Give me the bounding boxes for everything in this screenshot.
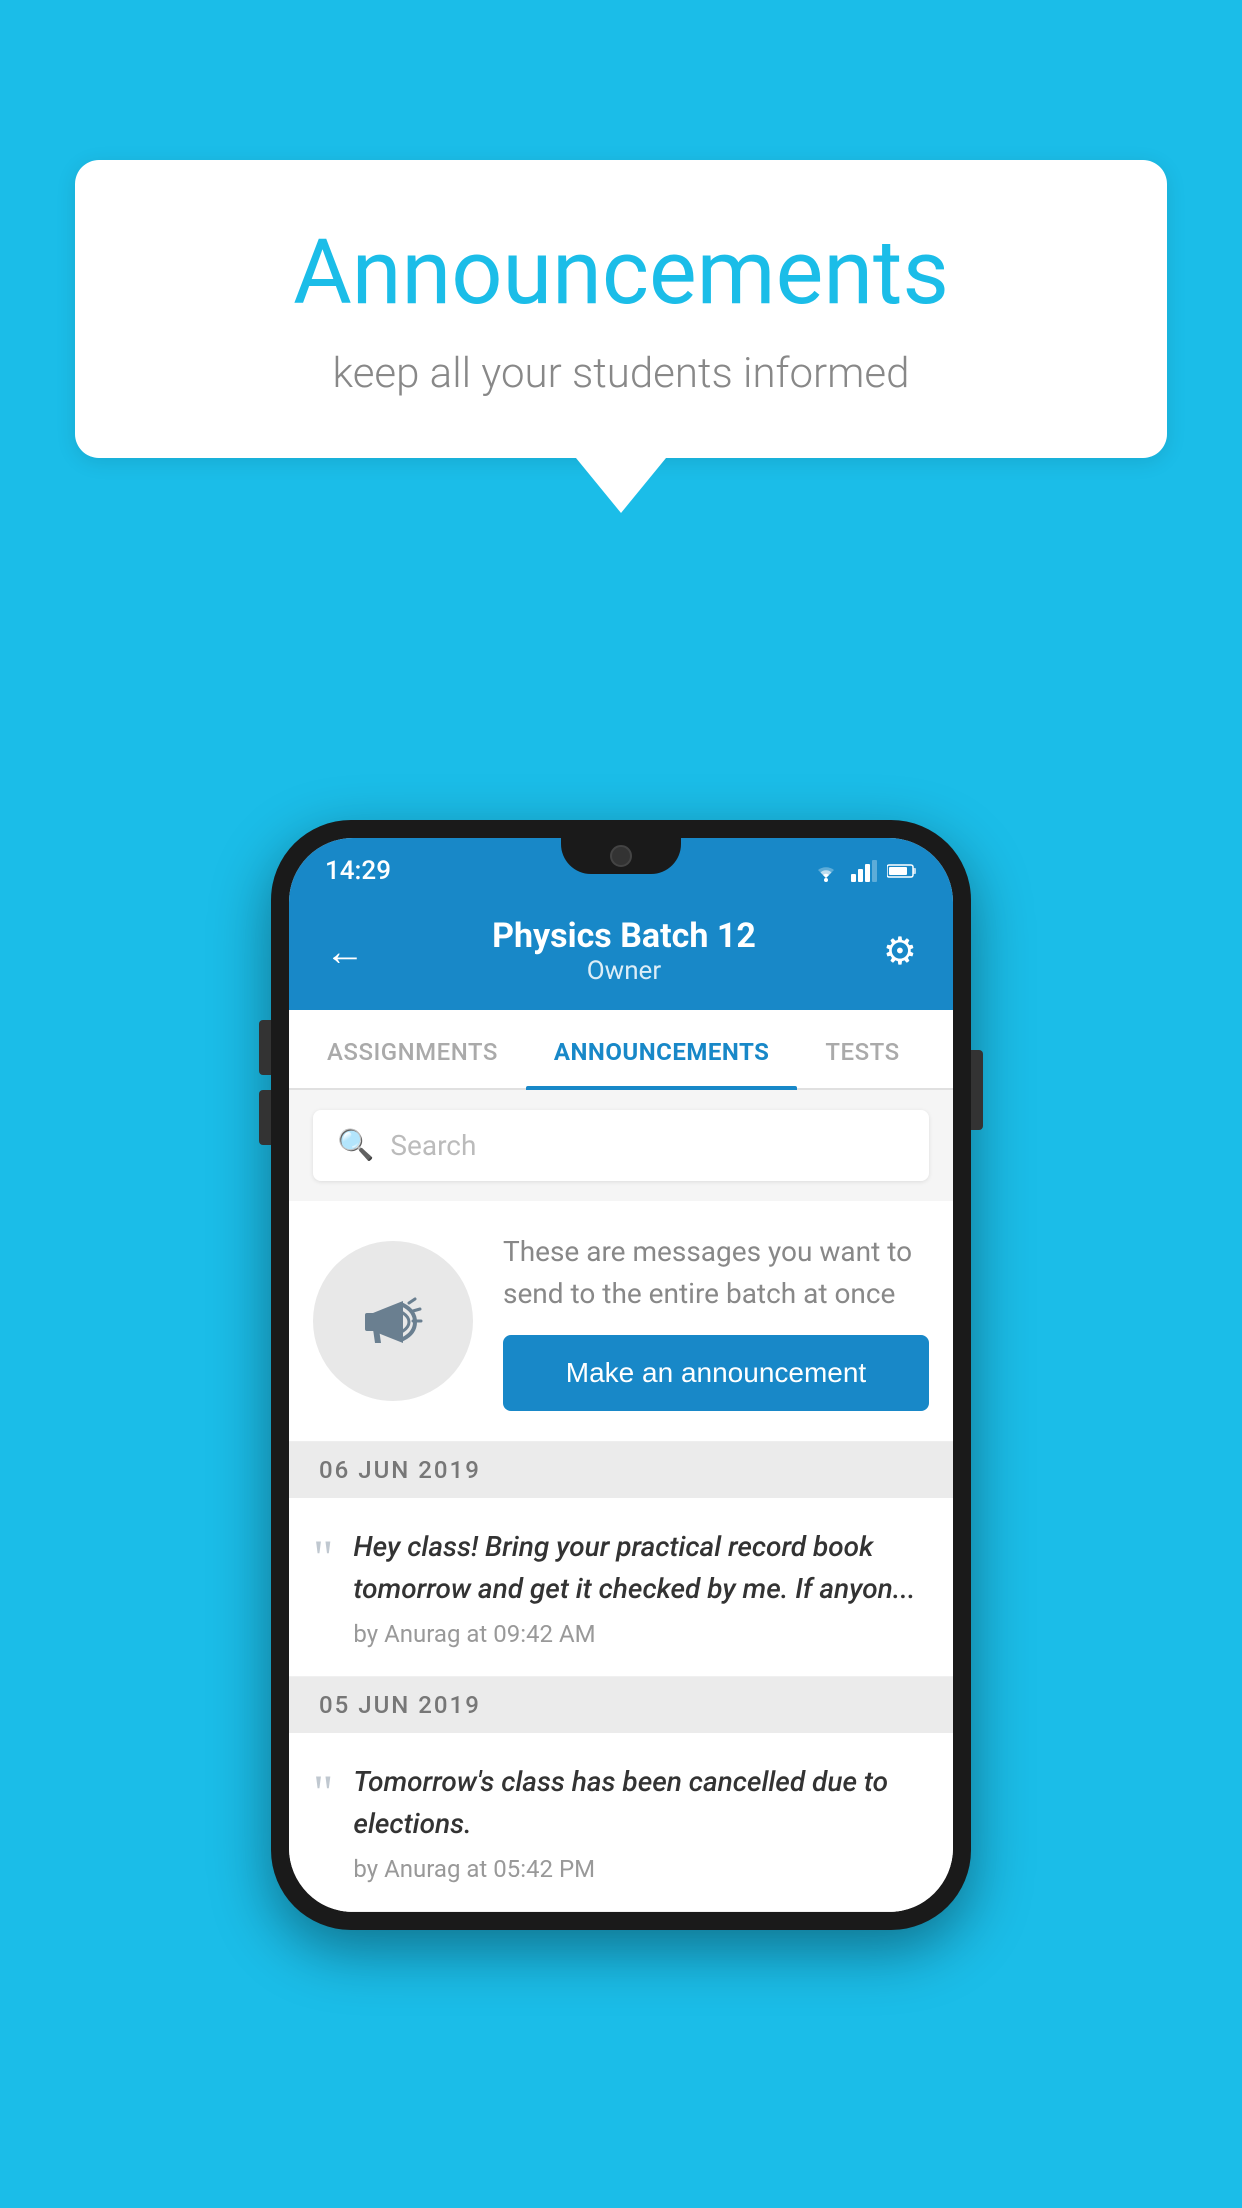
announcement-text-1: Hey class! Bring your practical record b… (353, 1526, 929, 1610)
bubble-arrow (576, 458, 666, 513)
power-button (971, 1050, 983, 1130)
announcement-item-2[interactable]: " Tomorrow's class has been cancelled du… (289, 1733, 953, 1912)
back-button[interactable]: ← (325, 928, 365, 975)
announcement-meta-2: by Anurag at 05:42 PM (353, 1855, 929, 1883)
search-placeholder: Search (390, 1129, 476, 1162)
announcement-text-2: Tomorrow's class has been cancelled due … (353, 1761, 929, 1845)
front-camera (610, 845, 632, 867)
quote-icon-1: " (313, 1532, 333, 1582)
date-divider-2: 05 JUN 2019 (289, 1677, 953, 1733)
quote-icon-2: " (313, 1767, 333, 1817)
announcement-item-1[interactable]: " Hey class! Bring your practical record… (289, 1498, 953, 1677)
volume-up-button (259, 1020, 271, 1075)
tab-announcements[interactable]: ANNOUNCEMENTS (526, 1010, 798, 1088)
header-title-group: Physics Batch 12 Owner (365, 916, 883, 986)
tab-assignments[interactable]: ASSIGNMENTS (299, 1010, 526, 1088)
tabs-bar: ASSIGNMENTS ANNOUNCEMENTS TESTS (289, 1010, 953, 1090)
announcement-meta-1: by Anurag at 09:42 AM (353, 1620, 929, 1648)
date-divider-1: 06 JUN 2019 (289, 1442, 953, 1498)
wifi-icon (811, 860, 841, 882)
settings-button[interactable]: ⚙ (883, 929, 917, 974)
app-header: ← Physics Batch 12 Owner ⚙ (289, 896, 953, 1010)
status-icons (811, 860, 917, 882)
promo-section: These are messages you want to send to t… (289, 1201, 953, 1442)
signal-icon (851, 860, 877, 882)
status-time: 14:29 (325, 856, 391, 886)
megaphone-icon (353, 1281, 433, 1361)
make-announcement-button[interactable]: Make an announcement (503, 1335, 929, 1411)
announcement-content-2: Tomorrow's class has been cancelled due … (353, 1761, 929, 1883)
promo-description: These are messages you want to send to t… (503, 1231, 929, 1315)
promo-content: These are messages you want to send to t… (503, 1231, 929, 1411)
header-subtitle: Owner (365, 956, 883, 986)
announcement-content-1: Hey class! Bring your practical record b… (353, 1526, 929, 1648)
bubble-subtitle: keep all your students informed (155, 349, 1087, 398)
phone-screen: 14:29 (289, 838, 953, 1912)
search-bar[interactable]: 🔍 Search (313, 1110, 929, 1181)
speech-bubble-card: Announcements keep all your students inf… (75, 160, 1167, 458)
promo-icon-circle (313, 1241, 473, 1401)
notch (561, 838, 681, 874)
search-section: 🔍 Search (289, 1090, 953, 1201)
search-icon: 🔍 (337, 1128, 374, 1163)
battery-icon (887, 863, 917, 879)
tab-tests[interactable]: TESTS (797, 1010, 927, 1088)
phone-frame: 14:29 (271, 820, 971, 1930)
volume-down-button (259, 1090, 271, 1145)
speech-bubble-section: Announcements keep all your students inf… (75, 160, 1167, 513)
phone-container: 14:29 (271, 820, 971, 1930)
header-title: Physics Batch 12 (365, 916, 883, 956)
bubble-title: Announcements (155, 220, 1087, 325)
